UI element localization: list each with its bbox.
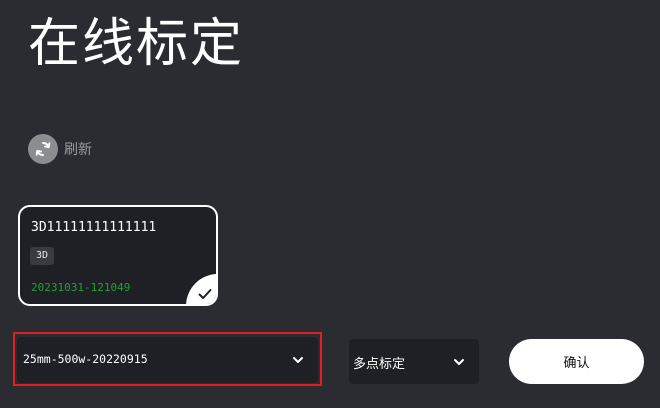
device-name: 3D11111111111111 <box>31 220 157 235</box>
chevron-down-icon <box>454 359 464 365</box>
page-title: 在线标定 <box>28 14 245 74</box>
device-type-badge: 3D <box>30 247 55 265</box>
refresh-label: 刷新 <box>64 142 92 158</box>
chevron-down-icon <box>293 357 303 363</box>
device-card[interactable]: 3D11111111111111 3D 20231031-121049 <box>18 205 218 306</box>
calibration-file-value: 25mm-500w-20220915 <box>23 352 148 366</box>
calibration-mode-value: 多点标定 <box>353 357 406 372</box>
refresh-button[interactable]: 刷新 <box>28 134 92 164</box>
confirm-button[interactable]: 确认 <box>509 339 644 384</box>
checkmark-icon <box>198 289 212 299</box>
calibration-mode-select[interactable]: 多点标定 <box>349 339 479 384</box>
selected-check-badge <box>186 274 216 304</box>
calibration-page: 在线标定 刷新 3D11111111111111 3D 20231031-121… <box>0 0 660 408</box>
device-timestamp: 20231031-121049 <box>31 281 131 294</box>
calibration-file-select[interactable]: 25mm-500w-20220915 <box>17 337 318 383</box>
refresh-icon <box>28 134 58 164</box>
